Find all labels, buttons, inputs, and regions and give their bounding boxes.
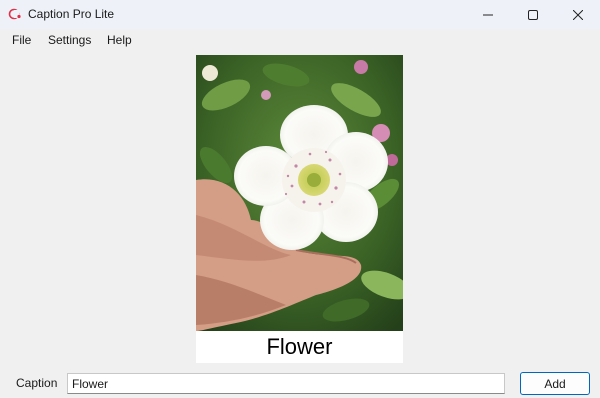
- close-button[interactable]: [555, 0, 600, 29]
- caption-label: Caption: [16, 376, 58, 390]
- app-window: Caption Pro Lite File Settings Help Flow…: [0, 0, 600, 398]
- caption-input[interactable]: [67, 373, 505, 394]
- image-caption-text: Flower: [266, 334, 333, 359]
- menu-bar: File Settings Help: [0, 29, 600, 51]
- app-logo-icon: [8, 7, 22, 21]
- minimize-icon: [482, 10, 493, 20]
- flower-photo: [196, 55, 403, 331]
- maximize-button[interactable]: [510, 0, 555, 29]
- menu-file[interactable]: File: [12, 33, 31, 47]
- add-button[interactable]: Add: [520, 372, 590, 395]
- window-title: Caption Pro Lite: [28, 7, 115, 21]
- menu-settings[interactable]: Settings: [48, 33, 91, 47]
- maximize-icon: [527, 9, 538, 20]
- captioned-image-preview: Flower: [196, 55, 403, 363]
- title-bar[interactable]: Caption Pro Lite: [0, 0, 600, 29]
- minimize-button[interactable]: [465, 0, 510, 29]
- close-icon: [572, 9, 583, 20]
- menu-help[interactable]: Help: [107, 33, 132, 47]
